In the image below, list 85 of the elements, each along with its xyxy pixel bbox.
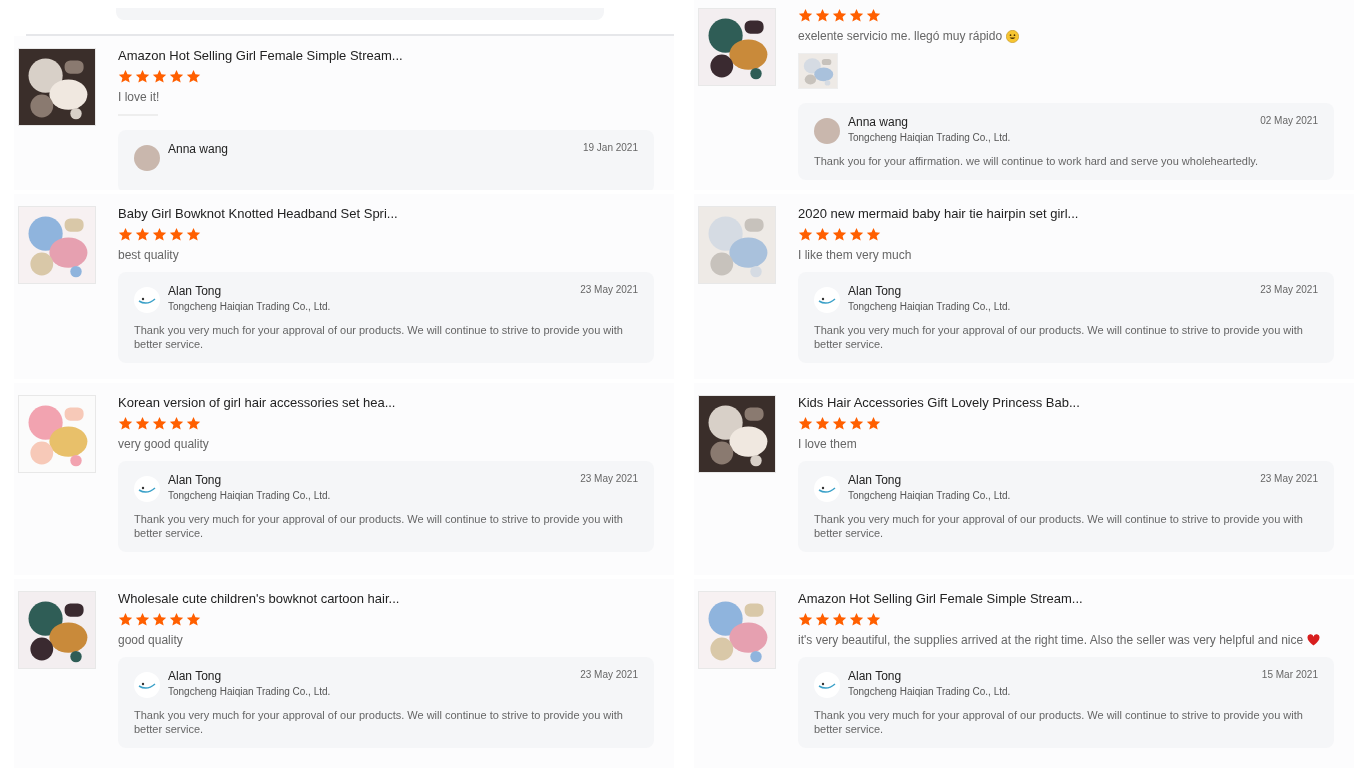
star-icon [815,227,830,242]
company-name: Tongcheng Haiqian Trading Co., Ltd. [848,490,1012,501]
star-icon [152,612,167,627]
reply-date: 23 May 2021 [580,284,638,295]
company-name: Tongcheng Haiqian Trading Co., Ltd. [848,301,1012,312]
star-icon [135,69,150,84]
review-comment: I like them very much [798,248,912,262]
star-icon [832,8,847,23]
replier-name: Alan Tong [848,473,903,487]
star-icon [186,612,201,627]
star-icon [815,8,830,23]
reply-message: Thank you very much for your approval of our products. We will continue to strive to provide you with better service. [134,512,624,540]
replier-name: Alan Tong [848,284,903,298]
star-icon [169,612,184,627]
review-comment: it's very beautiful, the supplies arrived at the right time. Also the seller was very helpful and nice [798,633,1304,647]
review-comment: best quality [118,248,179,262]
replier-name: Alan Tong [168,473,223,487]
reply-message: Thank you very much for your approval of our products. We will continue to strive to provide you with better service. [814,708,1304,736]
star-icon [135,416,150,431]
reply-date: 23 May 2021 [1260,473,1318,484]
star-icon [118,416,133,431]
star-icon [866,227,881,242]
star-icon [849,612,864,627]
replier-name: Anna wang [168,142,230,156]
company-name: Tongcheng Haiqian Trading Co., Ltd. [168,686,332,697]
star-icon [849,8,864,23]
reply-message: Thank you very much for your approval of our products. We will continue to strive to provide you with better service. [814,323,1304,351]
star-icon [866,416,881,431]
reply-date: 23 May 2021 [580,669,638,680]
reply-date: 02 May 2021 [1260,115,1318,126]
product-title[interactable]: Amazon Hot Selling Girl Female Simple Stream... [798,591,1083,606]
star-icon [135,612,150,627]
star-icon [186,416,201,431]
star-icon [169,416,184,431]
star-icon [866,612,881,627]
replier-name: Alan Tong [168,669,223,683]
reply-date: 23 May 2021 [1260,284,1318,295]
review-comment: I love them [798,437,857,451]
star-icon [135,227,150,242]
company-name: Tongcheng Haiqian Trading Co., Ltd. [168,490,332,501]
product-title[interactable]: Amazon Hot Selling Girl Female Simple Stream... [118,48,403,63]
star-icon [118,227,133,242]
product-title[interactable]: Wholesale cute children's bowknot cartoon hair... [118,591,400,606]
reply-date: 15 Mar 2021 [1261,669,1318,680]
product-title[interactable]: Korean version of girl hair accessories set hea... [118,395,396,410]
star-icon [832,416,847,431]
reply-message: Thank you very much for your approval of our products. We will continue to strive to provide you with better service. [134,323,624,351]
reply-date: 23 May 2021 [580,473,638,484]
review-comment: good quality [118,633,183,647]
reply-message: Thank you very much for your approval of our products. We will continue to strive to provide you with better service. [814,512,1304,540]
review-comment: very good quality [118,437,209,451]
reply-message: Thank you for your affirmation. we will continue to work hard and serve you wholeheartedly. [814,154,1260,168]
product-title[interactable]: Baby Girl Bowknot Knotted Headband Set Spri... [118,206,398,221]
reply-message: Thank you very much for your approval of our products. We will continue to strive to provide you with better service. [134,708,624,736]
star-icon [169,227,184,242]
star-icon [186,69,201,84]
star-icon [152,227,167,242]
star-icon [849,416,864,431]
star-icon [152,416,167,431]
star-icon [832,227,847,242]
company-name: Tongcheng Haiqian Trading Co., Ltd. [168,301,332,312]
star-icon [815,612,830,627]
star-icon [118,612,133,627]
company-name: Tongcheng Haiqian Trading Co., Ltd. [848,686,1012,697]
replier-name: Alan Tong [168,284,223,298]
product-title[interactable]: Kids Hair Accessories Gift Lovely Princess Bab... [798,395,1080,410]
star-icon [152,69,167,84]
star-icon [798,612,813,627]
reply-date: 19 Jan 2021 [582,142,638,153]
star-icon [866,8,881,23]
replier-name: Anna wang [848,115,910,129]
company-name: Tongcheng Haiqian Trading Co., Ltd. [848,132,1012,143]
star-icon [798,416,813,431]
star-icon [169,69,184,84]
star-icon [832,612,847,627]
star-icon [186,227,201,242]
review-comment: I love it! [118,90,160,104]
star-icon [815,416,830,431]
replier-name: Alan Tong [848,669,903,683]
star-icon [118,69,133,84]
review-comment: exelente servicio me. llegó muy rápido [798,29,1003,43]
star-icon [849,227,864,242]
star-icon [798,227,813,242]
star-icon [798,8,813,23]
product-title[interactable]: 2020 new mermaid baby hair tie hairpin set girl... [798,206,1079,221]
